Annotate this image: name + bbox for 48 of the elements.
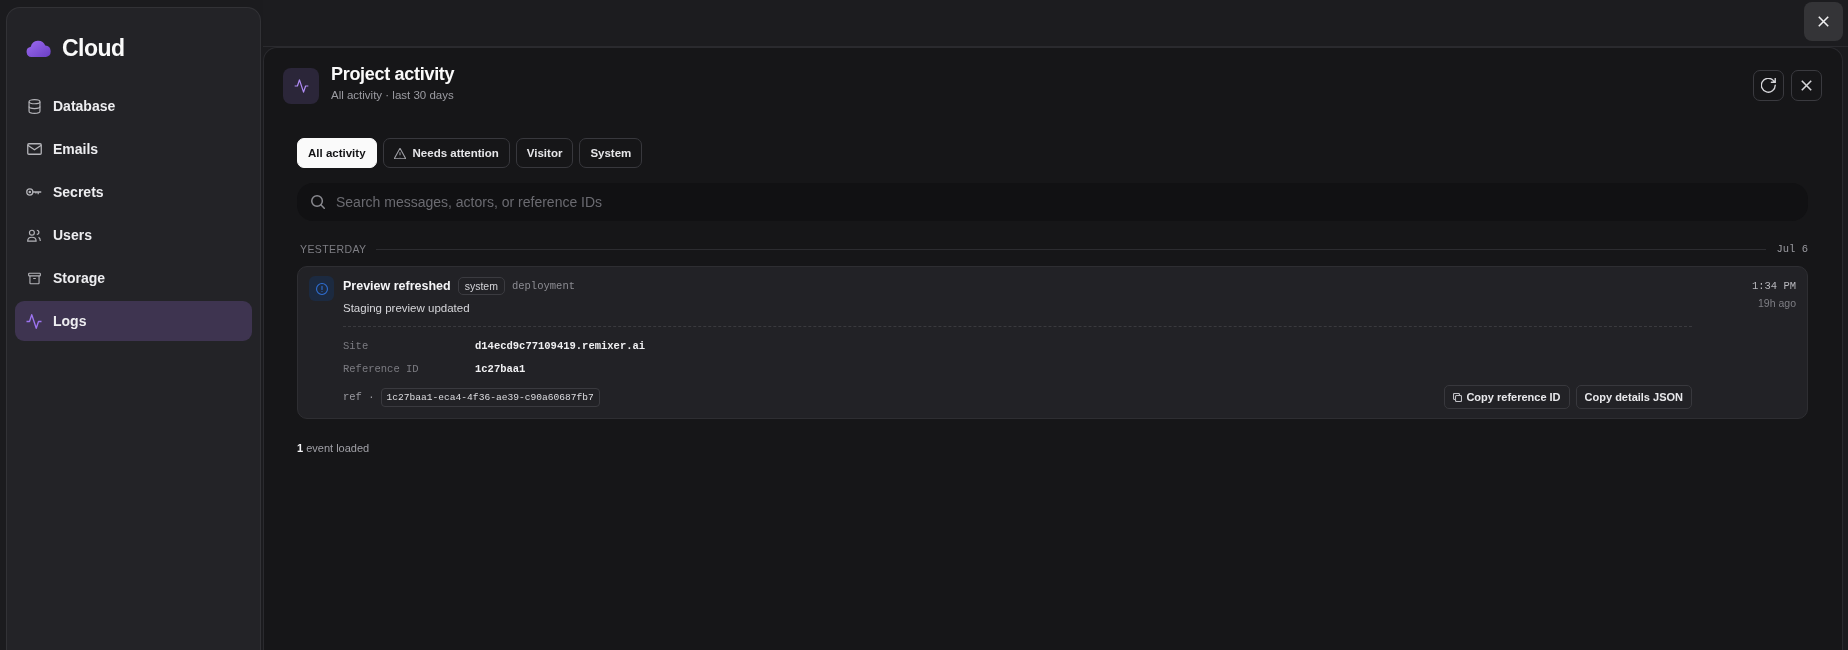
filter-tab[interactable]: All activity bbox=[297, 138, 377, 168]
section-heading: YESTERDAY bbox=[300, 243, 367, 255]
event-time: 1:34 PM bbox=[1751, 279, 1796, 293]
mail-icon bbox=[26, 143, 42, 155]
close-icon bbox=[1801, 80, 1812, 91]
filter-tab[interactable]: Visitor bbox=[515, 138, 574, 168]
filter-tab[interactable]: Needs attention bbox=[382, 138, 510, 168]
sidebar-item[interactable]: Emails bbox=[15, 129, 252, 169]
sidebar-item[interactable]: Secrets bbox=[15, 172, 252, 212]
sidebar-item[interactable]: Logs bbox=[15, 301, 252, 341]
reference-code: 1c27baa1-eca4-4f36-ae39-c90a60687fb7 bbox=[380, 387, 600, 407]
close-button[interactable] bbox=[1804, 2, 1843, 41]
filter-tab[interactable]: System bbox=[579, 138, 643, 168]
source-tag: system bbox=[457, 277, 505, 295]
archive-icon bbox=[27, 271, 41, 285]
brand-name: Cloud bbox=[62, 34, 125, 62]
sidebar-item[interactable]: Storage bbox=[15, 258, 252, 298]
detail-label: Site bbox=[343, 339, 369, 354]
key-icon bbox=[26, 188, 42, 196]
event-relative-time: 19h ago bbox=[1758, 296, 1796, 310]
users-icon bbox=[27, 228, 41, 242]
cloud-logo-icon bbox=[26, 39, 52, 57]
search-field[interactable]: Search messages, actors, or reference IDs bbox=[297, 183, 1808, 221]
panel-subtitle: All activity · last 30 days bbox=[331, 89, 455, 101]
ref-label: ref · bbox=[343, 391, 375, 403]
refresh-icon bbox=[1761, 78, 1776, 93]
sidebar-item[interactable]: Database bbox=[15, 86, 252, 126]
database-icon bbox=[27, 98, 41, 114]
event-category: deployment bbox=[511, 280, 575, 292]
detail-value: d14ecd9c77109419.remixer.ai bbox=[475, 339, 646, 354]
sidebar-item[interactable]: Users bbox=[15, 215, 252, 255]
copy-reference-button[interactable]: Copy reference ID bbox=[1444, 385, 1570, 409]
detail-value: 1c27baa1 bbox=[475, 362, 526, 377]
refresh-button[interactable] bbox=[1753, 70, 1784, 101]
close-button[interactable] bbox=[1791, 70, 1822, 101]
search-icon bbox=[311, 195, 325, 209]
pulse-icon bbox=[283, 68, 319, 104]
close-icon bbox=[1818, 16, 1829, 27]
section-date: Jul 6 bbox=[1776, 243, 1808, 255]
event-count: 1 event loaded bbox=[297, 442, 370, 454]
event-title: Preview refreshed bbox=[343, 279, 451, 293]
event-message: Staging preview updated bbox=[343, 301, 470, 316]
warning-icon bbox=[393, 147, 406, 159]
panel-title: Project activity bbox=[331, 63, 455, 85]
copy-details-button[interactable]: Copy details JSON bbox=[1575, 385, 1692, 409]
copy-icon bbox=[1453, 392, 1463, 402]
pulse-icon bbox=[25, 313, 43, 329]
detail-label: Reference ID bbox=[343, 362, 419, 377]
